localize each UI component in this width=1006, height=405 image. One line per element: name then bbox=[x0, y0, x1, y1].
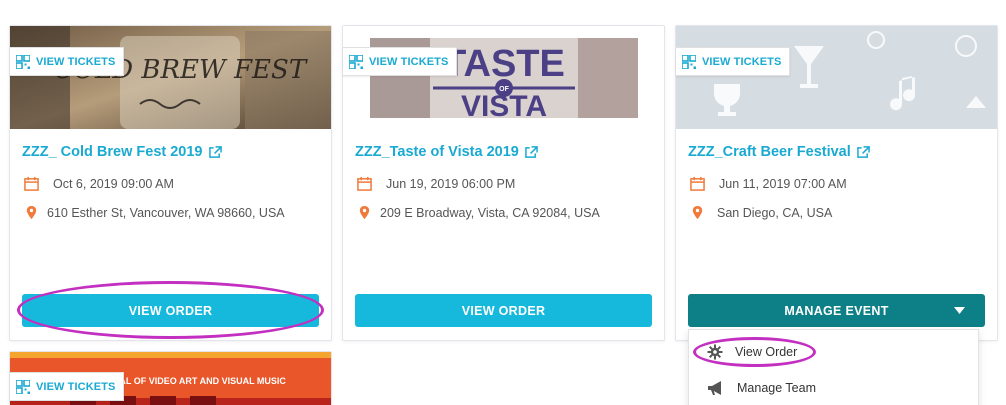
event-location-row: 209 E Broadway, Vista, CA 92084, USA bbox=[357, 205, 600, 220]
taste-text: TASTE bbox=[443, 43, 565, 85]
manage-event-label: MANAGE EVENT bbox=[784, 303, 889, 318]
location-pin-icon bbox=[692, 205, 703, 220]
event-image-craft-beer[interactable] bbox=[676, 26, 997, 129]
dropdown-item-manage-team[interactable]: Manage Team bbox=[707, 380, 816, 396]
event-card-craft-beer: VIEW TICKETS ZZZ_Craft Beer Festival Jun… bbox=[675, 25, 998, 341]
view-tickets-button[interactable]: VIEW TICKETS bbox=[10, 372, 125, 401]
vista-text: VISTA bbox=[461, 90, 547, 123]
view-tickets-label: VIEW TICKETS bbox=[36, 380, 116, 393]
location-pin-icon bbox=[26, 205, 37, 220]
event-title-text: ZZZ_Craft Beer Festival bbox=[688, 144, 851, 160]
event-image-taste-of-vista[interactable]: TASTE OF VISTA bbox=[343, 26, 664, 129]
external-link-icon bbox=[208, 145, 222, 158]
view-tickets-label: VIEW TICKETS bbox=[702, 55, 782, 68]
event-location-row: San Diego, CA, USA bbox=[690, 205, 832, 220]
event-date-text: Jun 19, 2019 06:00 PM bbox=[386, 176, 516, 191]
calendar-icon bbox=[24, 176, 39, 191]
dropdown-item-view-order[interactable]: View Order bbox=[707, 344, 797, 360]
event-date-text: Oct 6, 2019 09:00 AM bbox=[53, 176, 174, 191]
view-order-button[interactable]: VIEW ORDER bbox=[355, 294, 652, 327]
event-date-row: Oct 6, 2019 09:00 AM bbox=[24, 176, 174, 191]
event-title-text: ZZZ_ Cold Brew Fest 2019 bbox=[22, 144, 203, 160]
caret-down-icon bbox=[954, 307, 965, 314]
megaphone-icon bbox=[708, 381, 721, 395]
event-card-video-art-festival: ESTIVAL OF VIDEO ART AND VISUAL MUSIC VI… bbox=[9, 351, 332, 405]
event-date-row: Jun 19, 2019 06:00 PM bbox=[357, 176, 515, 191]
event-location-row: 610 Esther St, Vancouver, WA 98660, USA bbox=[24, 205, 285, 220]
event-title-link[interactable]: ZZZ_Craft Beer Festival bbox=[688, 144, 870, 160]
craft-beer-placeholder-image bbox=[676, 26, 997, 129]
event-title-link[interactable]: ZZZ_ Cold Brew Fest 2019 bbox=[22, 144, 222, 160]
cold-brew-image: COLD BREW FEST bbox=[10, 26, 331, 129]
external-link-icon bbox=[856, 145, 870, 158]
dropdown-item-label: View Order bbox=[735, 345, 798, 359]
qr-code-icon bbox=[349, 54, 363, 69]
dropdown-item-label: Manage Team bbox=[737, 381, 816, 395]
view-tickets-button[interactable]: VIEW TICKETS bbox=[343, 47, 458, 76]
event-card-taste-of-vista: TASTE OF VISTA VIEW TICKETS ZZZ_Taste of… bbox=[342, 25, 665, 341]
calendar-icon bbox=[690, 176, 705, 191]
event-title-link[interactable]: ZZZ_Taste of Vista 2019 bbox=[355, 144, 538, 160]
manage-event-button[interactable]: MANAGE EVENT bbox=[688, 294, 985, 327]
event-location-text: San Diego, CA, USA bbox=[717, 205, 833, 220]
gear-icon bbox=[707, 344, 723, 360]
qr-code-icon bbox=[16, 54, 30, 69]
qr-code-icon bbox=[682, 54, 696, 69]
event-image-cold-brew[interactable]: COLD BREW FEST bbox=[10, 26, 331, 129]
view-order-button[interactable]: VIEW ORDER bbox=[22, 294, 319, 327]
view-tickets-button[interactable]: VIEW TICKETS bbox=[10, 47, 125, 76]
view-tickets-button[interactable]: VIEW TICKETS bbox=[676, 47, 791, 76]
event-title-text: ZZZ_Taste of Vista 2019 bbox=[355, 144, 519, 160]
event-date-text: Jun 11, 2019 07:00 AM bbox=[719, 176, 847, 191]
qr-code-icon bbox=[16, 379, 30, 394]
external-link-icon bbox=[525, 145, 538, 158]
event-date-row: Jun 11, 2019 07:00 AM bbox=[690, 176, 847, 191]
location-pin-icon bbox=[359, 205, 370, 220]
calendar-icon bbox=[357, 176, 372, 191]
view-tickets-label: VIEW TICKETS bbox=[36, 55, 116, 68]
view-tickets-label: VIEW TICKETS bbox=[369, 55, 449, 68]
event-card-cold-brew: COLD BREW FEST VIEW TICKETS ZZZ_ Cold Br… bbox=[9, 25, 332, 341]
event-location-text: 610 Esther St, Vancouver, WA 98660, USA bbox=[47, 205, 285, 220]
taste-of-vista-image: TASTE OF VISTA bbox=[343, 26, 664, 129]
event-location-text: 209 E Broadway, Vista, CA 92084, USA bbox=[380, 205, 600, 220]
manage-event-dropdown: View Order Manage Team bbox=[688, 329, 979, 405]
